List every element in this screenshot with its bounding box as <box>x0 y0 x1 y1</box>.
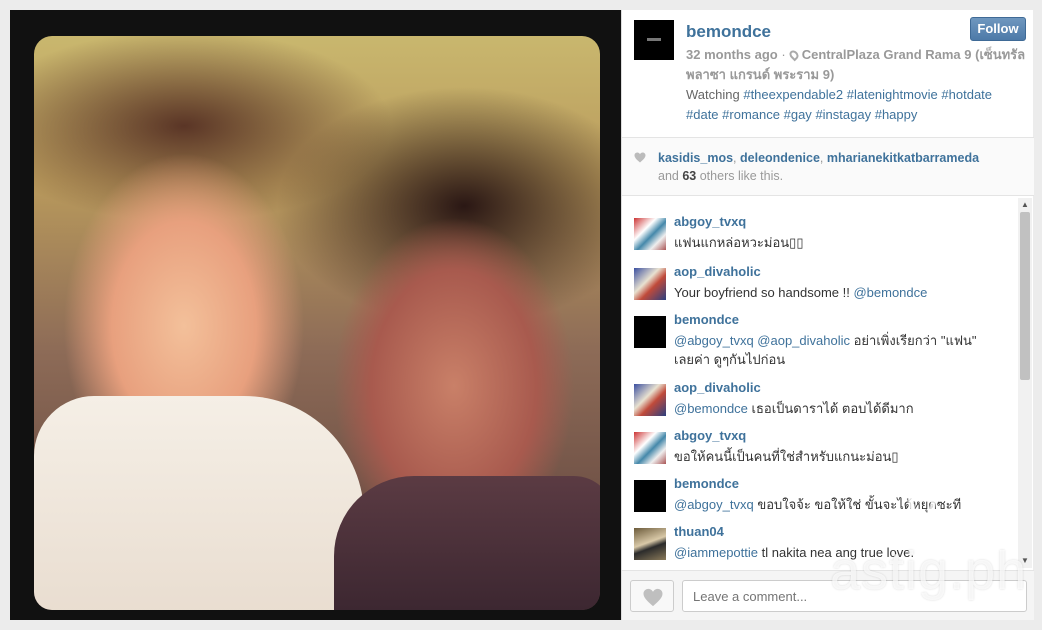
hashtag[interactable]: #romance <box>722 107 780 122</box>
hashtag[interactable]: #instagay <box>815 107 871 122</box>
scroll-up-arrow-icon[interactable]: ▲ <box>1018 200 1032 210</box>
watermark-text: astig.ph <box>830 541 1028 601</box>
hashtag[interactable]: #theexpendable2 <box>743 87 843 102</box>
comment-username[interactable]: thuan04 <box>674 524 724 539</box>
like-button[interactable] <box>630 580 674 612</box>
post-caption: Watching #theexpendable2 #latenightmovie… <box>686 85 1026 125</box>
heart-icon <box>634 152 646 163</box>
photo-container <box>10 10 621 620</box>
hashtag[interactable]: #hotdate <box>941 87 992 102</box>
likes-section: kasidis_mos, deleondenice, mharianekitka… <box>622 138 1034 196</box>
likes-text: kasidis_mos, deleondenice, mharianekitka… <box>658 149 1028 185</box>
likes-separator: , <box>733 151 737 165</box>
comment-username[interactable]: aop_divaholic <box>674 380 761 395</box>
comment-username[interactable]: abgoy_tvxq <box>674 428 746 443</box>
heart-icon <box>643 588 663 607</box>
comment-text: แฟนแกหล่อหวะม่อน▯▯ <box>674 233 999 252</box>
liker-username[interactable]: kasidis_mos <box>658 151 733 165</box>
avatar[interactable] <box>634 480 666 512</box>
likes-separator: , <box>819 151 824 165</box>
liker-username[interactable]: deleondenice <box>740 151 820 165</box>
comment-username[interactable]: abgoy_tvxq <box>674 214 746 229</box>
comment-mention[interactable]: @iammepottie <box>674 545 758 560</box>
photo-shirt-light <box>34 396 364 610</box>
comment-body: Your boyfriend so handsome !! <box>674 285 854 300</box>
hashtag[interactable]: #gay <box>784 107 812 122</box>
post-photo[interactable] <box>34 36 600 610</box>
post-meta: 32 months ago · CentralPlaza Grand Rama 9… <box>686 45 1026 85</box>
avatar[interactable] <box>634 316 666 348</box>
comment-text: @abgoy_tvxq @aop_divaholic อย่าเพิ่งเรีย… <box>674 331 999 369</box>
follow-button[interactable]: Follow <box>970 17 1026 41</box>
comment-mention[interactable]: @bemondce <box>674 401 748 416</box>
comment-username[interactable]: bemondce <box>674 312 739 327</box>
photo-shirt-dark <box>334 476 600 610</box>
scroll-thumb[interactable] <box>1020 212 1030 380</box>
avatar[interactable] <box>634 432 666 464</box>
likes-count[interactable]: 63 <box>682 169 696 183</box>
comment-mention[interactable]: @bemondce <box>853 285 927 300</box>
post-header: bemondce Follow 32 months ago · CentralPl… <box>622 10 1034 138</box>
location-pin-icon <box>787 48 801 62</box>
author-username[interactable]: bemondce <box>686 22 771 42</box>
hashtag[interactable]: #happy <box>875 107 918 122</box>
avatar[interactable] <box>634 218 666 250</box>
avatar[interactable] <box>634 268 666 300</box>
post-viewer: bemondce Follow 32 months ago · CentralPl… <box>0 0 1042 630</box>
comment-body: ขอให้คนนี้เป็นคนที่ใช่สำหรับแกนะม่อน▯ <box>674 449 899 464</box>
caption-text: Watching <box>686 87 740 102</box>
comment-body: เธอเป็นดาราได้ ตอบได้ดีมาก <box>747 401 914 416</box>
comment-body: แฟนแกหล่อหวะม่อน▯▯ <box>674 235 804 250</box>
liker-username[interactable]: mharianekitkatbarrameda <box>827 151 979 165</box>
comment-username[interactable]: aop_divaholic <box>674 264 761 279</box>
comment-mention[interactable]: @abgoy_tvxq @aop_divaholic <box>674 333 850 348</box>
avatar[interactable] <box>634 528 666 560</box>
comment-text: @bemondce เธอเป็นดาราได้ ตอบได้ดีมาก <box>674 399 999 418</box>
avatar[interactable] <box>634 384 666 416</box>
meta-separator: · <box>781 47 786 62</box>
comment-mention[interactable]: @abgoy_tvxq <box>674 497 754 512</box>
comments-scrollbar[interactable]: ▲ ▼ <box>1018 198 1032 568</box>
likes-suffix: others like this. <box>699 169 784 183</box>
author-avatar[interactable] <box>634 20 674 60</box>
hashtag[interactable]: #date <box>686 107 719 122</box>
post-time[interactable]: 32 months ago <box>686 47 778 62</box>
likes-and: and <box>658 169 679 183</box>
comment-username[interactable]: bemondce <box>674 476 739 491</box>
hashtag[interactable]: #latenightmovie <box>847 87 938 102</box>
comment-text: Your boyfriend so handsome !! @bemondce <box>674 283 999 302</box>
